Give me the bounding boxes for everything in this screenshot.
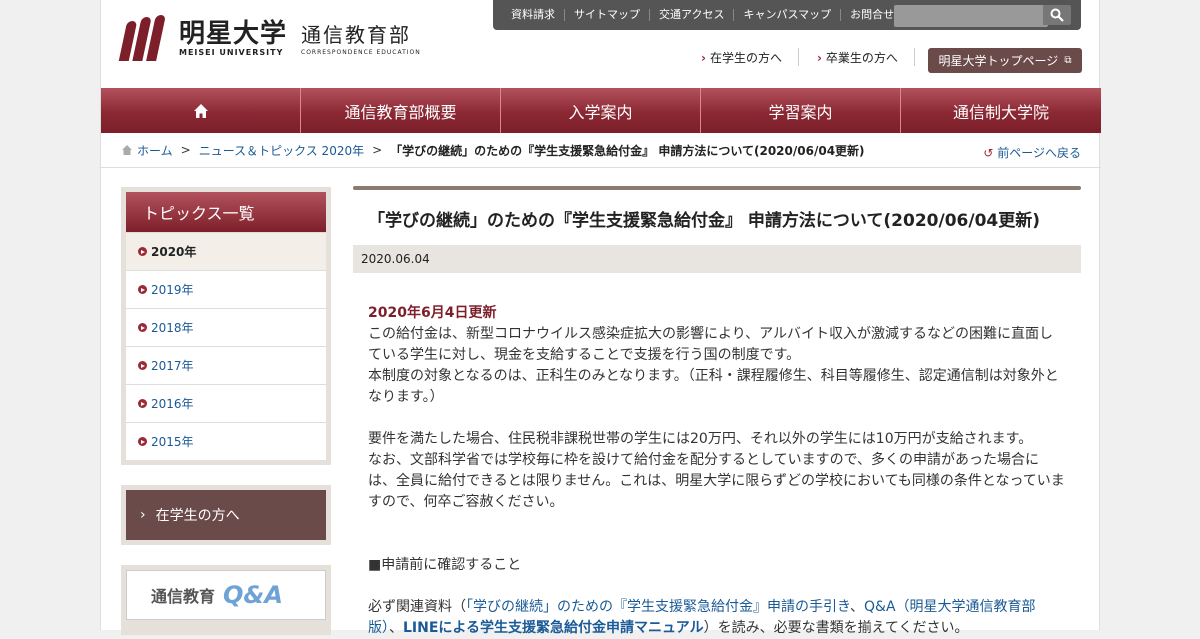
sub-links: › 在学生の方へ › 卒業生の方へ: [701, 48, 933, 66]
sidebar-current-students-button[interactable]: › 在学生の方へ: [126, 490, 326, 540]
topics-item-2016[interactable]: 2016年: [126, 384, 326, 422]
topics-item-2018[interactable]: 2018年: [126, 308, 326, 346]
breadcrumb-news[interactable]: ニュース＆トピックス 2020年: [199, 142, 364, 159]
topics-item-2020[interactable]: 2020年: [126, 232, 326, 270]
util-link-campus-map[interactable]: キャンパスマップ: [734, 9, 842, 21]
breadcrumb-home[interactable]: ホーム: [137, 142, 173, 159]
topics-item-2015[interactable]: 2015年: [126, 422, 326, 460]
arrow-bullet-icon: [138, 399, 147, 408]
brand-ja: 明星大学: [179, 18, 288, 49]
arrow-bullet-icon: [138, 247, 147, 256]
breadcrumb: ホーム > ニュース＆トピックス 2020年 > 「学びの継続」のための『学生支…: [101, 133, 1101, 168]
link-line-manual[interactable]: LINEによる学生支援緊急給付金申請マニュアル: [403, 620, 704, 636]
logo-mark-icon: [118, 15, 171, 61]
nav-admission[interactable]: 入学案内: [501, 88, 701, 133]
page: 明星大学 MEISEI UNIVERSITY 通信教育部 CORRESPONDE…: [100, 0, 1101, 636]
nav-home[interactable]: [101, 88, 301, 133]
dept-en: CORRESPONDENCE EDUCATION: [301, 48, 421, 56]
topics-item-2019[interactable]: 2019年: [126, 270, 326, 308]
chevron-right-icon: ›: [701, 50, 706, 65]
article-body: 2020年6月4日更新 この給付金は、新型コロナウイルス感染症拡大の影響により、…: [353, 273, 1081, 639]
util-link-access[interactable]: 交通アクセス: [650, 9, 735, 21]
sidebar: トピックス一覧 2020年 2019年 2018年 2017年 2016年 20…: [121, 187, 331, 635]
student-link-panel: › 在学生の方へ: [121, 485, 331, 545]
header: 明星大学 MEISEI UNIVERSITY 通信教育部 CORRESPONDE…: [101, 0, 1101, 88]
home-icon: [193, 103, 208, 118]
nav-graduate-school[interactable]: 通信制大学院: [901, 88, 1101, 133]
search-input[interactable]: [894, 5, 1048, 27]
paragraph-2: 本制度の対象となるのは、正科生のみとなります。（正科・課程履修生、科目等履修生、…: [368, 368, 1059, 405]
qa-banner-panel: 通信教育 Q&A: [121, 565, 331, 635]
article-date: 2020.06.04: [353, 245, 1081, 273]
main-content: 「学びの継続」のための『学生支援緊急給付金』 申請方法について(2020/06/…: [353, 186, 1081, 639]
topics-item-2017[interactable]: 2017年: [126, 346, 326, 384]
link-guide[interactable]: 「学びの継続」のための『学生支援緊急給付金』申請の手引き: [466, 599, 850, 615]
external-link-icon: ⧉: [1064, 55, 1072, 66]
qa-banner[interactable]: 通信教育 Q&A: [126, 570, 326, 620]
arrow-bullet-icon: [138, 323, 147, 332]
search-button[interactable]: [1043, 5, 1071, 25]
logo[interactable]: 明星大学 MEISEI UNIVERSITY 通信教育部 CORRESPONDE…: [118, 14, 421, 62]
global-nav: 通信教育部概要 入学案内 学習案内 通信制大学院: [101, 88, 1101, 133]
nav-learning[interactable]: 学習案内: [701, 88, 901, 133]
topics-panel: トピックス一覧 2020年 2019年 2018年 2017年 2016年 20…: [121, 187, 331, 465]
topics-title: トピックス一覧: [126, 192, 326, 232]
arrow-bullet-icon: [138, 437, 147, 446]
utility-bar: 資料請求 サイトマップ 交通アクセス キャンパスマップ お問合せ: [493, 0, 1081, 30]
link-current-students[interactable]: › 在学生の方へ: [701, 49, 798, 66]
paragraph-3: 要件を満たした場合、住民税非課税世帯の学生には20万円、それ以外の学生には10万…: [368, 431, 1033, 447]
paragraph-4: なお、文部科学省では学校毎に枠を設けて給付金を配分するとしていますので、多くの申…: [368, 452, 1065, 510]
chevron-right-icon: ›: [816, 50, 822, 65]
util-link-sitemap[interactable]: サイトマップ: [565, 9, 650, 21]
arrow-bullet-icon: [138, 285, 147, 294]
dept-ja: 通信教育部: [301, 22, 412, 47]
update-note: 2020年6月4日更新: [368, 305, 497, 321]
search-icon: [1050, 8, 1064, 22]
section-heading: ■申請前に確認すること: [368, 557, 522, 573]
breadcrumb-current: 「学びの継続」のための『学生支援緊急給付金』 申請方法について(2020/06/…: [390, 143, 865, 158]
paragraph-6: 必ず関連資料（「学びの継続」のための『学生支援緊急給付金』申請の手引き、Q&A（…: [368, 599, 1036, 636]
article-title: 「学びの継続」のための『学生支援緊急給付金』 申請方法について(2020/06/…: [368, 211, 1040, 231]
nav-overview[interactable]: 通信教育部概要: [301, 88, 501, 133]
university-top-button[interactable]: 明星大学トップページ ⧉: [928, 48, 1082, 73]
paragraph-1: この給付金は、新型コロナウイルス感染症拡大の影響により、アルバイト収入が激減する…: [368, 326, 1054, 363]
home-icon: [121, 144, 133, 156]
arrow-bullet-icon: [138, 361, 147, 370]
brand-en: MEISEI UNIVERSITY: [179, 47, 284, 57]
back-arrow-icon: ↺: [983, 146, 994, 160]
chevron-right-icon: ›: [140, 507, 146, 523]
util-link-request[interactable]: 資料請求: [493, 9, 565, 21]
back-link[interactable]: ↺ 前ページへ戻る: [983, 144, 1081, 161]
link-alumni[interactable]: › 卒業生の方へ: [817, 49, 914, 66]
